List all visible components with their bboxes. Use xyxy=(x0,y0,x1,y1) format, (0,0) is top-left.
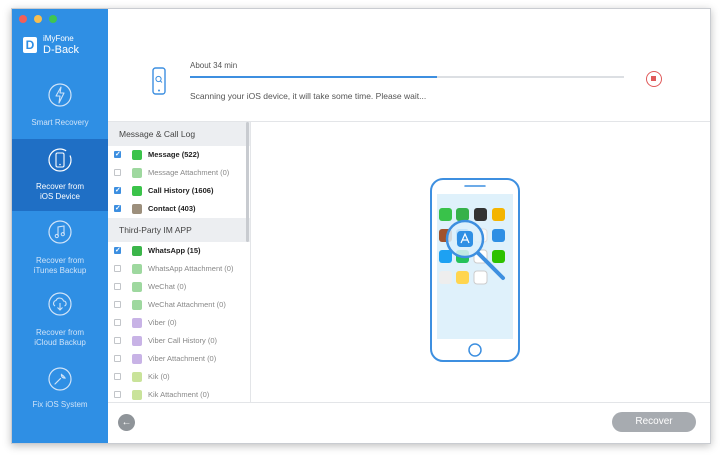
progress-fill xyxy=(190,76,438,78)
item-label: Message (522) xyxy=(148,150,200,159)
phone-scan-illustration xyxy=(430,178,520,362)
scan-status-message: Scanning your iOS device, it will take s… xyxy=(190,91,427,101)
item-label: WhatsApp (15) xyxy=(148,246,201,255)
scan-progress-area: About 34 min Scanning your iOS device, i… xyxy=(108,9,710,122)
group-header: Third-Party IM APP xyxy=(108,218,250,242)
item-label: Viber (0) xyxy=(148,318,177,327)
list-item[interactable]: Kik (0) xyxy=(108,368,250,386)
list-item[interactable]: WhatsApp (15) xyxy=(108,242,250,260)
list-item[interactable]: Viber (0) xyxy=(108,314,250,332)
lightning-icon xyxy=(48,83,72,107)
progress-bar xyxy=(190,76,624,78)
message-attachment-icon xyxy=(132,168,142,178)
kik-attachment-icon xyxy=(132,390,142,400)
viber-attachment-icon xyxy=(132,354,142,364)
footer-bar: ← Recover xyxy=(108,402,710,443)
item-checkbox[interactable] xyxy=(114,319,121,326)
close-window-button[interactable] xyxy=(19,15,27,23)
viber-icon xyxy=(132,318,142,328)
whatsapp-attachment-icon xyxy=(132,264,142,274)
item-label: WeChat Attachment (0) xyxy=(148,300,226,309)
list-item[interactable]: Kik Attachment (0) xyxy=(108,386,250,402)
minimize-window-button[interactable] xyxy=(34,15,42,23)
app-window: D iMyFone D-Back Smart Recovery Recover … xyxy=(11,8,711,444)
nav-recover-icloud-backup[interactable]: Recover from iCloud Backup xyxy=(12,285,108,357)
contact-icon xyxy=(132,204,142,214)
zoom-window-button[interactable] xyxy=(49,15,57,23)
app-logo: D xyxy=(23,37,37,53)
list-item[interactable]: Message Attachment (0) xyxy=(108,164,250,182)
nav-label: Recover from iTunes Backup xyxy=(33,256,87,275)
back-button[interactable]: ← xyxy=(118,414,135,431)
list-scrollbar[interactable] xyxy=(246,122,249,242)
cloud-download-icon xyxy=(48,292,72,316)
item-checkbox[interactable] xyxy=(114,355,121,362)
nav-label: Fix iOS System xyxy=(32,400,88,409)
wrench-icon xyxy=(48,367,72,391)
item-checkbox[interactable] xyxy=(114,373,121,380)
data-type-list[interactable]: Message & Call Log Message (522) Message A… xyxy=(108,122,251,402)
nav-label: Smart Recovery xyxy=(31,118,89,127)
group-header: Message & Call Log xyxy=(108,122,250,146)
list-item[interactable]: WeChat (0) xyxy=(108,278,250,296)
time-remaining: About 34 min xyxy=(190,61,238,70)
item-label: WhatsApp Attachment (0) xyxy=(148,264,234,273)
item-checkbox[interactable] xyxy=(114,283,121,290)
app-product: D-Back xyxy=(43,44,80,56)
item-label: Message Attachment (0) xyxy=(148,168,230,177)
nav-smart-recovery[interactable]: Smart Recovery xyxy=(12,75,108,147)
phone-refresh-icon xyxy=(48,148,72,172)
list-item[interactable]: Viber Call History (0) xyxy=(108,332,250,350)
list-item[interactable]: Contact (403) xyxy=(108,200,250,218)
stop-scan-button[interactable] xyxy=(646,71,662,87)
device-scan-icon xyxy=(152,67,166,95)
kik-icon xyxy=(132,372,142,382)
list-item[interactable]: Message (522) xyxy=(108,146,250,164)
item-checkbox[interactable] xyxy=(114,242,121,260)
list-item[interactable]: Call History (1606) xyxy=(108,182,250,200)
item-checkbox[interactable] xyxy=(114,182,121,200)
main-content: About 34 min Scanning your iOS device, i… xyxy=(108,9,710,443)
item-label: Viber Attachment (0) xyxy=(148,354,217,363)
wechat-icon xyxy=(132,282,142,292)
list-item[interactable]: WeChat Attachment (0) xyxy=(108,296,250,314)
nav-fix-ios-system[interactable]: Fix iOS System xyxy=(12,363,108,435)
nav-label: Recover from iCloud Backup xyxy=(34,328,86,347)
music-note-icon xyxy=(48,220,72,244)
item-checkbox[interactable] xyxy=(114,200,121,218)
item-label: WeChat (0) xyxy=(148,282,187,291)
item-label: Call History (1606) xyxy=(148,186,214,195)
message-icon xyxy=(132,150,142,160)
list-item[interactable]: WhatsApp Attachment (0) xyxy=(108,260,250,278)
recover-button[interactable]: Recover xyxy=(612,412,696,432)
item-checkbox[interactable] xyxy=(114,265,121,272)
nav-label: Recover from iOS Device xyxy=(35,182,84,201)
viber-call-icon xyxy=(132,336,142,346)
item-label: Viber Call History (0) xyxy=(148,336,218,345)
item-checkbox[interactable] xyxy=(114,301,121,308)
phone-icon xyxy=(132,186,142,196)
list-item[interactable]: Viber Attachment (0) xyxy=(108,350,250,368)
wechat-attachment-icon xyxy=(132,300,142,310)
nav-recover-itunes-backup[interactable]: Recover from iTunes Backup xyxy=(12,213,108,285)
whatsapp-icon xyxy=(132,246,142,256)
item-checkbox[interactable] xyxy=(114,337,121,344)
item-label: Contact (403) xyxy=(148,204,196,213)
item-checkbox[interactable] xyxy=(114,169,121,176)
item-checkbox[interactable] xyxy=(114,146,121,164)
nav-recover-ios-device[interactable]: Recover from iOS Device xyxy=(12,139,108,211)
app-brand: iMyFone xyxy=(43,34,74,43)
scan-preview xyxy=(251,122,710,402)
item-label: Kik Attachment (0) xyxy=(148,390,210,399)
sidebar: D iMyFone D-Back Smart Recovery Recover … xyxy=(12,9,108,443)
item-label: Kik (0) xyxy=(148,372,170,381)
item-checkbox[interactable] xyxy=(114,391,121,398)
